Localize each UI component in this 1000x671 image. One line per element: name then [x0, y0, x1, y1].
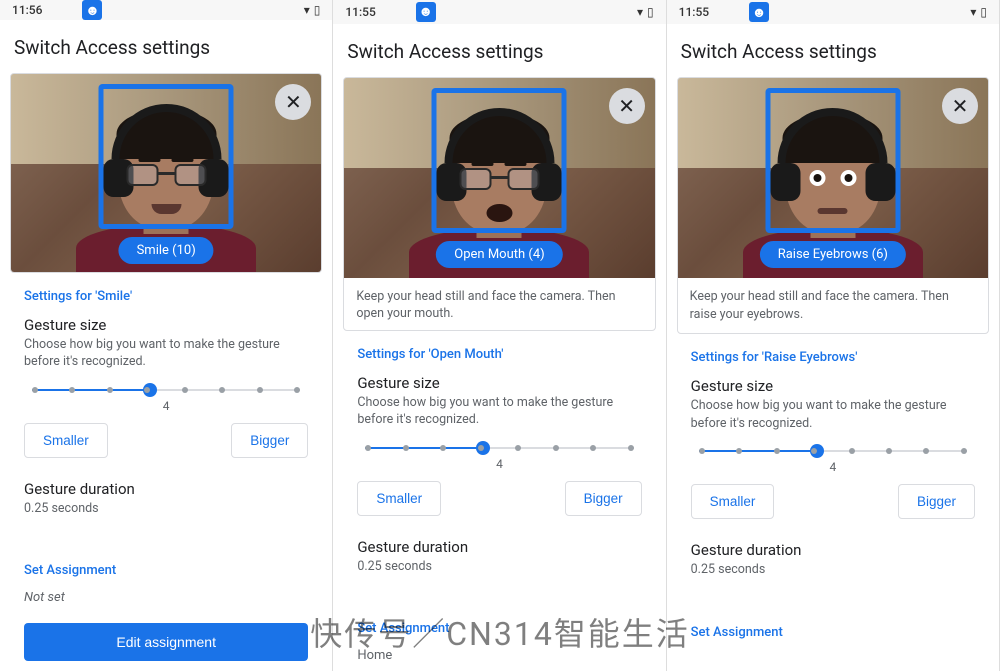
smaller-button[interactable]: Smaller — [691, 484, 775, 519]
settings-for-label: Settings for 'Smile' — [24, 289, 308, 304]
assignment-section: Set Assignment — [667, 609, 999, 660]
phone-screen-smile: 11:56 ☻ ▾ ▯ Switch Access settings — [0, 0, 333, 671]
gesture-size-section: Settings for 'Smile' Gesture size Choose… — [0, 273, 332, 468]
status-bar: 11:55 ☻ ▾ ▯ — [667, 0, 999, 24]
clock: 11:55 — [345, 5, 375, 19]
close-icon: ✕ — [285, 90, 302, 114]
assignment-title: Set Assignment — [24, 563, 308, 578]
battery-icon: ▯ — [647, 5, 654, 19]
phone-screen-raise-eyebrows: 11:55 ☻ ▾ ▯ Switch Access settings — [667, 0, 1000, 671]
status-icons: ▾ ▯ — [637, 5, 654, 19]
instruction-text: Keep your head still and face the camera… — [344, 278, 654, 331]
settings-for-label: Settings for 'Open Mouth' — [357, 347, 641, 362]
duration-label: Gesture duration — [24, 480, 308, 498]
phone-screen-open-mouth: 11:55 ☻ ▾ ▯ Switch Access settings — [333, 0, 666, 671]
battery-icon: ▯ — [980, 5, 987, 19]
gesture-duration-section[interactable]: Gesture duration 0.25 seconds — [667, 529, 999, 609]
assignment-section: Set Assignment Not set — [0, 547, 332, 613]
camera-preview: ✕ Open Mouth (4) — [344, 78, 654, 278]
slider-value: 4 — [24, 399, 308, 413]
gesture-duration-section[interactable]: Gesture duration 0.25 seconds — [333, 526, 665, 606]
gesture-size-slider[interactable] — [691, 450, 975, 452]
wifi-icon: ▾ — [637, 5, 643, 19]
camera-card: ✕ Open Mouth (4) Keep your head still an… — [343, 77, 655, 331]
camera-preview: ✕ Raise Eyebrows (6) — [678, 78, 988, 278]
gesture-size-title: Gesture size — [691, 377, 975, 395]
face-detection-box — [99, 84, 234, 229]
camera-card: ✕ Smile (10) Keep your head still and fa… — [10, 73, 322, 273]
edit-assignment-button[interactable]: Edit assignment — [24, 623, 308, 661]
bigger-button[interactable]: Bigger — [231, 423, 308, 458]
battery-icon: ▯ — [314, 3, 321, 17]
gesture-size-section: Settings for 'Open Mouth' Gesture size C… — [333, 331, 665, 526]
duration-label: Gesture duration — [691, 541, 975, 559]
instruction-text: Keep your head still and face the camera… — [678, 278, 988, 333]
bigger-button[interactable]: Bigger — [565, 481, 642, 516]
face-detection-box — [432, 88, 567, 233]
status-icons: ▾ ▯ — [970, 5, 987, 19]
assignment-value: Not set — [24, 590, 308, 605]
assignment-section: Set Assignment Home — [333, 605, 665, 671]
gesture-size-slider[interactable] — [357, 447, 641, 449]
settings-for-label: Settings for 'Raise Eyebrows' — [691, 350, 975, 365]
assignment-title: Set Assignment — [691, 625, 975, 640]
face-app-icon: ☻ — [82, 0, 102, 20]
gesture-size-desc: Choose how big you want to make the gest… — [24, 336, 308, 371]
duration-value: 0.25 seconds — [691, 561, 975, 579]
clock: 11:56 — [12, 3, 42, 17]
face-detection-box — [765, 88, 900, 233]
page-title: Switch Access settings — [333, 24, 665, 77]
gesture-size-section: Settings for 'Raise Eyebrows' Gesture si… — [667, 334, 999, 529]
close-button[interactable]: ✕ — [609, 88, 645, 124]
slider-value: 4 — [691, 460, 975, 474]
clock: 11:55 — [679, 5, 709, 19]
close-icon: ✕ — [952, 94, 969, 118]
status-bar: 11:56 ☻ ▾ ▯ — [0, 0, 332, 20]
gesture-size-desc: Choose how big you want to make the gest… — [357, 394, 641, 429]
gesture-badge: Open Mouth (4) — [436, 241, 562, 268]
status-bar: 11:55 ☻ ▾ ▯ — [333, 0, 665, 24]
gesture-size-title: Gesture size — [357, 374, 641, 392]
status-icons: ▾ ▯ — [304, 3, 321, 17]
face-app-icon: ☻ — [416, 2, 436, 22]
face-app-icon: ☻ — [749, 2, 769, 22]
duration-label: Gesture duration — [357, 538, 641, 556]
assignment-title: Set Assignment — [357, 621, 641, 636]
close-icon: ✕ — [618, 94, 635, 118]
page-title: Switch Access settings — [667, 24, 999, 77]
gesture-badge: Raise Eyebrows (6) — [760, 241, 906, 268]
close-button[interactable]: ✕ — [942, 88, 978, 124]
wifi-icon: ▾ — [304, 3, 310, 17]
gesture-size-desc: Choose how big you want to make the gest… — [691, 397, 975, 432]
assignment-value: Home — [357, 648, 641, 663]
page-title: Switch Access settings — [0, 20, 332, 73]
gesture-duration-section[interactable]: Gesture duration 0.25 seconds — [0, 468, 332, 548]
gesture-badge: Smile (10) — [119, 237, 214, 264]
smaller-button[interactable]: Smaller — [24, 423, 108, 458]
gesture-size-title: Gesture size — [24, 316, 308, 334]
camera-card: ✕ Raise Eyebrows (6) Keep your head stil… — [677, 77, 989, 334]
slider-value: 4 — [357, 457, 641, 471]
duration-value: 0.25 seconds — [24, 500, 308, 518]
bigger-button[interactable]: Bigger — [898, 484, 975, 519]
wifi-icon: ▾ — [970, 5, 976, 19]
duration-value: 0.25 seconds — [357, 558, 641, 576]
gesture-size-slider[interactable] — [24, 389, 308, 391]
smaller-button[interactable]: Smaller — [357, 481, 441, 516]
camera-preview: ✕ Smile (10) — [11, 74, 321, 273]
